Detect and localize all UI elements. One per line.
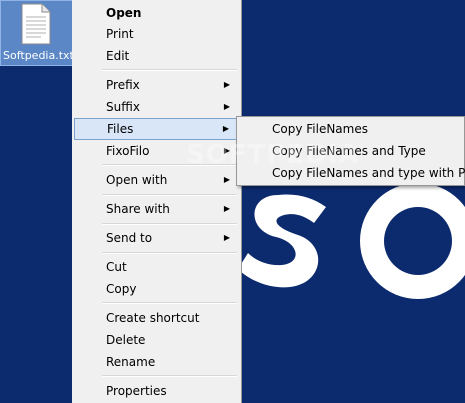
menu-item-fixofilo[interactable]: FixoFilo ▶ xyxy=(74,140,239,162)
menu-item-label: Cut xyxy=(106,260,127,274)
menu-separator xyxy=(102,164,237,166)
desktop-file-item[interactable]: Softpedia.txt xyxy=(0,0,73,66)
submenu-arrow-icon: ▶ xyxy=(222,124,229,133)
submenu-arrow-icon: ▶ xyxy=(223,175,230,184)
menu-separator xyxy=(102,252,237,254)
menu-item-label: Copy xyxy=(106,282,137,296)
menu-item-label: Files xyxy=(107,122,134,136)
menu-item-label: Properties xyxy=(106,384,167,398)
menu-item-edit[interactable]: Edit xyxy=(74,45,239,67)
menu-item-label: Prefix xyxy=(106,78,140,92)
menu-item-print[interactable]: Print xyxy=(74,23,239,45)
menu-item-prefix[interactable]: Prefix ▶ xyxy=(74,74,239,96)
menu-item-delete[interactable]: Delete xyxy=(74,329,239,351)
menu-separator xyxy=(102,69,237,71)
menu-item-share-with[interactable]: Share with ▶ xyxy=(74,198,239,220)
menu-item-properties[interactable]: Properties xyxy=(74,380,239,402)
menu-item-label: Print xyxy=(106,27,134,41)
menu-item-label: FixoFilo xyxy=(106,144,150,158)
submenu-item-label: Copy FileNames and type with Path xyxy=(272,166,465,180)
menu-separator xyxy=(102,194,237,196)
menu-separator xyxy=(102,223,237,225)
menu-item-label: Rename xyxy=(106,355,156,369)
menu-item-label: Suffix xyxy=(106,100,140,114)
context-menu: Open Print Edit Prefix ▶ Suffix ▶ Files … xyxy=(72,0,242,403)
menu-item-copy[interactable]: Copy xyxy=(74,278,239,300)
submenu-item-label: Copy FileNames xyxy=(272,122,368,136)
files-submenu: Copy FileNames Copy FileNames and Type C… xyxy=(236,116,465,186)
menu-item-label: Send to xyxy=(106,231,153,245)
menu-item-open[interactable]: Open xyxy=(74,2,239,24)
submenu-arrow-icon: ▶ xyxy=(223,102,230,111)
menu-separator xyxy=(102,302,237,304)
menu-item-label: Share with xyxy=(106,202,170,216)
menu-item-rename[interactable]: Rename xyxy=(74,351,239,373)
menu-item-cut[interactable]: Cut xyxy=(74,256,239,278)
submenu-item-label: Copy FileNames and Type xyxy=(272,144,426,158)
menu-item-label: Open xyxy=(106,6,142,20)
submenu-arrow-icon: ▶ xyxy=(223,233,230,242)
menu-item-open-with[interactable]: Open with ▶ xyxy=(74,169,239,191)
menu-item-label: Edit xyxy=(106,49,130,63)
menu-item-send-to[interactable]: Send to ▶ xyxy=(74,227,239,249)
file-name-label: Softpedia.txt xyxy=(3,49,73,62)
submenu-item-copy-filenames[interactable]: Copy FileNames xyxy=(239,118,462,140)
submenu-arrow-icon: ▶ xyxy=(223,204,230,213)
submenu-item-copy-filenames-type-path[interactable]: Copy FileNames and type with Path xyxy=(239,162,465,184)
submenu-arrow-icon: ▶ xyxy=(223,80,230,89)
text-file-icon xyxy=(21,3,51,45)
submenu-arrow-icon: ▶ xyxy=(223,146,230,155)
softpedia-logo xyxy=(238,183,465,299)
menu-item-label: Delete xyxy=(106,333,146,347)
menu-item-label: Create shortcut xyxy=(106,311,200,325)
menu-separator xyxy=(102,375,237,377)
menu-item-label: Open with xyxy=(106,173,168,187)
menu-item-create-shortcut[interactable]: Create shortcut xyxy=(74,307,239,329)
submenu-item-copy-filenames-and-type[interactable]: Copy FileNames and Type xyxy=(239,140,462,162)
menu-item-suffix[interactable]: Suffix ▶ xyxy=(74,96,239,118)
menu-item-files[interactable]: Files ▶ xyxy=(74,118,239,140)
